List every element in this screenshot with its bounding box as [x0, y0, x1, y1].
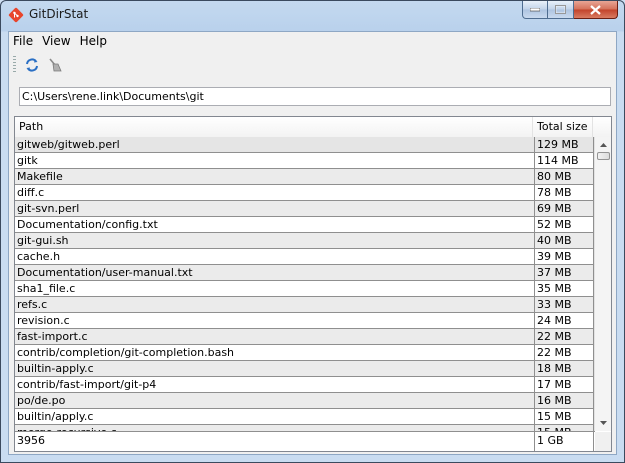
- client-area: File View Help C:\Users\rene.link\Docume…: [8, 31, 617, 455]
- row-size: 40 MB: [535, 233, 594, 248]
- row-size: 80 MB: [535, 169, 594, 184]
- row-path: builtin-apply.c: [15, 361, 535, 376]
- row-size: 22 MB: [535, 329, 594, 344]
- table-row[interactable]: fast-import.c 22 MB: [15, 329, 595, 345]
- row-path: builtin/apply.c: [15, 409, 535, 424]
- row-size: 129 MB: [535, 137, 594, 152]
- file-size-table: Path Total size gitweb/gitweb.perl 129 MB…: [14, 116, 612, 452]
- minimize-icon: [530, 7, 540, 11]
- row-size: 52 MB: [535, 217, 594, 232]
- close-icon: [590, 4, 601, 15]
- row-size: 17 MB: [535, 377, 594, 392]
- row-size: 78 MB: [535, 185, 594, 200]
- scroll-up-button[interactable]: [595, 137, 611, 153]
- table-row[interactable]: diff.c 78 MB: [15, 185, 595, 201]
- table-row[interactable]: contrib/completion/git-completion.bash 22…: [15, 345, 595, 361]
- table-row[interactable]: Documentation/config.txt 52 MB: [15, 217, 595, 233]
- row-size: 37 MB: [535, 265, 594, 280]
- column-header-total-size[interactable]: Total size: [533, 117, 593, 137]
- table-row[interactable]: contrib/fast-import/git-p4 17 MB: [15, 377, 595, 393]
- footer-file-count: 3956: [15, 432, 535, 451]
- maximize-icon: [555, 5, 566, 14]
- menu-help[interactable]: Help: [76, 32, 112, 51]
- refresh-button[interactable]: [22, 55, 42, 75]
- table-row[interactable]: builtin-apply.c 18 MB: [15, 361, 595, 377]
- row-path: sha1_file.c: [15, 281, 535, 296]
- row-path: fast-import.c: [15, 329, 535, 344]
- row-size: 16 MB: [535, 393, 594, 408]
- menu-view[interactable]: View: [38, 32, 75, 51]
- scrollbar-corner: [595, 432, 611, 451]
- row-path: git-svn.perl: [15, 201, 535, 216]
- table-footer: 3956 1 GB: [15, 431, 595, 451]
- row-path: gitweb/gitweb.perl: [15, 137, 535, 152]
- table-row[interactable]: Documentation/user-manual.txt 37 MB: [15, 265, 595, 281]
- row-size: 39 MB: [535, 249, 594, 264]
- row-path: git-gui.sh: [15, 233, 535, 248]
- row-path: contrib/completion/git-completion.bash: [15, 345, 535, 360]
- minimize-button[interactable]: [522, 1, 548, 19]
- window-title: GitDirStat: [29, 7, 89, 21]
- table-row[interactable]: refs.c 33 MB: [15, 297, 595, 313]
- row-size: 33 MB: [535, 297, 594, 312]
- scroll-down-button[interactable]: [595, 415, 611, 431]
- menu-bar: File View Help: [9, 32, 616, 51]
- menu-file[interactable]: File: [9, 32, 38, 51]
- broom-icon: [49, 58, 62, 72]
- row-path: Documentation/config.txt: [15, 217, 535, 232]
- chevron-up-icon: [599, 143, 607, 147]
- chevron-down-icon: [599, 421, 607, 425]
- table-row[interactable]: revision.c 24 MB: [15, 313, 595, 329]
- footer-total-size: 1 GB: [535, 432, 594, 451]
- table-row[interactable]: gitk 114 MB: [15, 153, 595, 169]
- table-row[interactable]: sha1_file.c 35 MB: [15, 281, 595, 297]
- table-row[interactable]: cache.h 39 MB: [15, 249, 595, 265]
- row-size: 15 MB: [535, 409, 594, 424]
- table-row[interactable]: gitweb/gitweb.perl 129 MB: [15, 137, 595, 153]
- row-path: Documentation/user-manual.txt: [15, 265, 535, 280]
- title-bar[interactable]: GitDirStat: [1, 1, 624, 31]
- app-window: GitDirStat File View Help C:\Users\rene.…: [0, 0, 625, 463]
- row-path: refs.c: [15, 297, 535, 312]
- table-row[interactable]: po/de.po 16 MB: [15, 393, 595, 409]
- row-path: Makefile: [15, 169, 535, 184]
- close-button[interactable]: [574, 1, 618, 19]
- window-controls: [522, 1, 618, 21]
- row-size: 22 MB: [535, 345, 594, 360]
- row-size: 69 MB: [535, 201, 594, 216]
- toolbar-grip[interactable]: [13, 56, 16, 74]
- path-input[interactable]: [19, 87, 611, 106]
- table-row[interactable]: git-gui.sh 40 MB: [15, 233, 595, 249]
- scroll-thumb[interactable]: [597, 152, 610, 160]
- table-body: gitweb/gitweb.perl 129 MB gitk 114 MB Makefi…: [15, 137, 595, 431]
- row-path: contrib/fast-import/git-p4: [15, 377, 535, 392]
- row-size: 24 MB: [535, 313, 594, 328]
- row-path: diff.c: [15, 185, 535, 200]
- maximize-button[interactable]: [548, 1, 574, 19]
- column-header-path[interactable]: Path: [15, 117, 533, 137]
- row-path: gitk: [15, 153, 535, 168]
- refresh-icon: [26, 58, 38, 72]
- table-header: Path Total size: [15, 117, 611, 138]
- row-size: 18 MB: [535, 361, 594, 376]
- git-logo-icon: [8, 7, 24, 23]
- toolbar: [9, 52, 616, 78]
- row-path: po/de.po: [15, 393, 535, 408]
- row-path: cache.h: [15, 249, 535, 264]
- table-row[interactable]: builtin/apply.c 15 MB: [15, 409, 595, 425]
- clean-button[interactable]: [45, 55, 65, 75]
- vertical-scrollbar[interactable]: [594, 137, 611, 431]
- row-size: 114 MB: [535, 153, 594, 168]
- row-path: revision.c: [15, 313, 535, 328]
- row-size: 35 MB: [535, 281, 594, 296]
- table-row[interactable]: git-svn.perl 69 MB: [15, 201, 595, 217]
- table-row[interactable]: Makefile 80 MB: [15, 169, 595, 185]
